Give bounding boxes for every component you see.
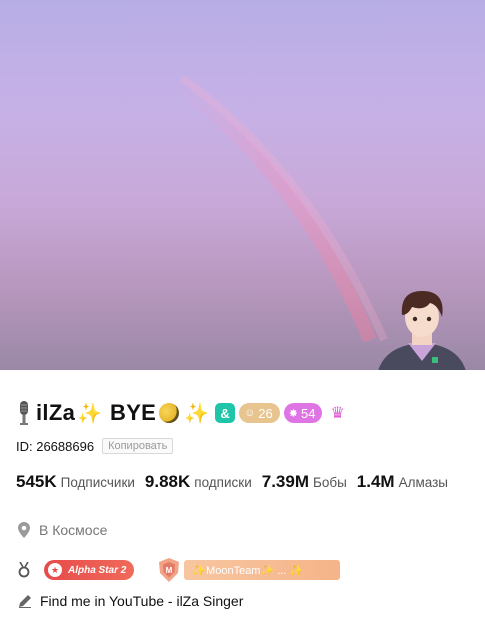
friend-badge-icon[interactable]: & bbox=[215, 403, 236, 423]
star-badge[interactable]: ✸ 54 bbox=[283, 403, 323, 423]
sparkles-icon: ✨ bbox=[77, 402, 103, 425]
moon-icon bbox=[159, 403, 180, 423]
followers-label[interactable]: Подписчики bbox=[61, 475, 135, 490]
copy-id-button[interactable]: Копировать bbox=[102, 438, 174, 454]
star-icon: ✸ bbox=[288, 407, 298, 420]
beans-count: 7.39M bbox=[261, 472, 309, 491]
bio-text: Find me in YouTube - ilZa Singer bbox=[40, 593, 244, 609]
alpha-star-emblem-icon: ★ bbox=[48, 563, 62, 577]
profile-banner bbox=[0, 0, 485, 370]
pencil-icon bbox=[19, 595, 31, 608]
profile-card: ilZa ✨ BYE ✨ & ☺ 26 ✸ 54 ♛ ID: 26688696 … bbox=[0, 370, 485, 621]
alpha-star-badge[interactable]: ★ Alpha Star 2 bbox=[44, 560, 135, 580]
user-id-row: ID: 26688696 Копировать bbox=[16, 438, 174, 454]
user-id: ID: 26688696 bbox=[16, 438, 95, 454]
diamonds-label: Алмазы bbox=[398, 475, 449, 490]
profile-stats: 545K Подписчики 9.88K подписки 7.39M Боб… bbox=[16, 472, 458, 492]
level-icon: ☺ bbox=[244, 407, 256, 419]
microphone-icon bbox=[20, 401, 28, 425]
display-name-suffix: BYE bbox=[110, 400, 157, 425]
star-value: 54 bbox=[300, 405, 316, 421]
medals-row: ★ Alpha Star 2 M ✨MoonTeam✨ ... ✨ bbox=[18, 557, 341, 583]
level-badge[interactable]: ☺ 26 bbox=[239, 403, 280, 423]
followers-count[interactable]: 545K bbox=[16, 472, 57, 492]
team-emblem-icon[interactable]: M bbox=[156, 557, 182, 583]
following-label[interactable]: подписки bbox=[194, 475, 251, 490]
diamonds-count: 1.4M bbox=[356, 472, 395, 491]
sparkles-icon: ✨ bbox=[184, 402, 210, 425]
alpha-star-label: Alpha Star 2 bbox=[68, 564, 127, 576]
location-row: В Космосе bbox=[18, 522, 107, 538]
following-count[interactable]: 9.88K bbox=[145, 472, 190, 492]
medal-icon bbox=[18, 562, 30, 578]
location-pin-icon bbox=[18, 522, 30, 538]
avatar[interactable] bbox=[372, 285, 472, 370]
profile-name-row: ilZa ✨ BYE ✨ & ☺ 26 ✸ 54 ♛ bbox=[16, 398, 345, 428]
location-text: В Космосе bbox=[39, 522, 108, 538]
team-name-badge[interactable]: ✨MoonTeam✨ ... ✨ bbox=[184, 560, 341, 580]
bio-row: Find me in YouTube - ilZa Singer bbox=[18, 593, 243, 609]
svg-text:M: M bbox=[166, 566, 173, 575]
crown-icon[interactable]: ♛ bbox=[330, 403, 344, 423]
beans-label: Бобы bbox=[312, 475, 347, 490]
display-name: ilZa bbox=[36, 400, 76, 425]
level-value: 26 bbox=[258, 405, 273, 421]
